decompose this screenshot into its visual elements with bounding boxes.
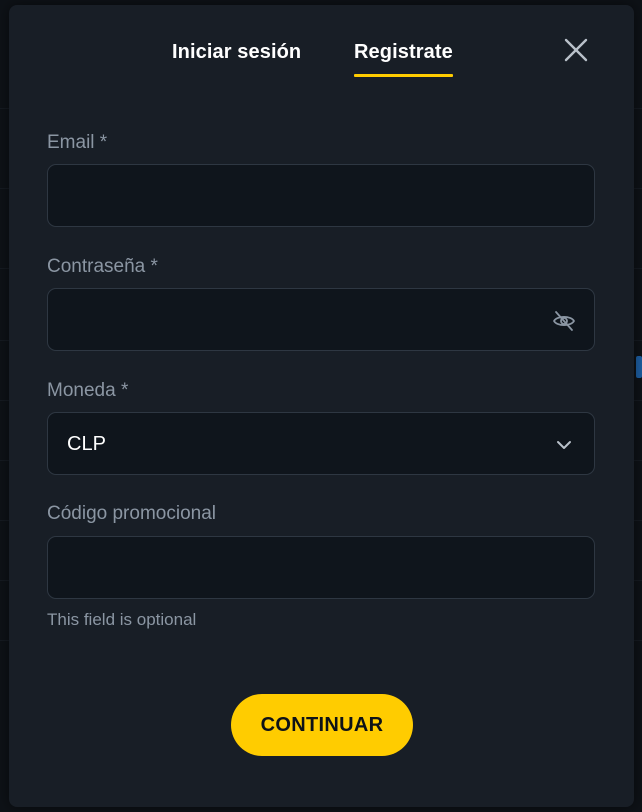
toggle-password-visibility[interactable] xyxy=(552,309,576,333)
close-button[interactable] xyxy=(561,35,591,65)
email-field-box xyxy=(47,164,595,227)
email-field[interactable] xyxy=(48,165,594,226)
password-field-box xyxy=(47,288,595,351)
promo-helper-text: This field is optional xyxy=(47,610,197,629)
currency-value: CLP xyxy=(67,433,106,455)
continue-button[interactable]: CONTINUAR xyxy=(231,694,413,756)
chevron-down-icon xyxy=(557,441,571,449)
close-icon xyxy=(564,38,588,62)
password-field[interactable] xyxy=(48,289,594,350)
promo-field-box xyxy=(47,536,595,599)
tab-login[interactable]: Iniciar sesión xyxy=(172,41,301,64)
currency-label: Moneda * xyxy=(47,380,129,401)
currency-select[interactable]: CLP xyxy=(47,412,595,475)
password-label: Contraseña * xyxy=(47,256,158,277)
email-label: Email * xyxy=(47,132,108,153)
auth-tabs: Iniciar sesión Registrate xyxy=(9,41,634,81)
backdrop-chip xyxy=(636,356,642,378)
promo-label: Código promocional xyxy=(47,503,216,524)
tab-register[interactable]: Registrate xyxy=(354,41,453,77)
eye-off-icon xyxy=(553,311,575,331)
currency-dropdown-toggle[interactable] xyxy=(552,433,576,457)
register-modal: Iniciar sesión Registrate Email * Contra… xyxy=(9,5,634,807)
promo-code-field[interactable] xyxy=(48,537,594,598)
